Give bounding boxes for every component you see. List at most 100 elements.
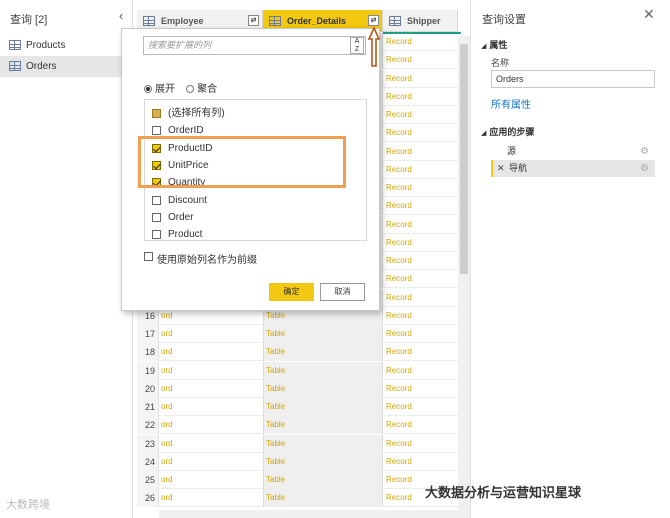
column-checkbox-item[interactable]: Product — [152, 227, 202, 243]
shipper-cell[interactable]: Record — [383, 179, 463, 197]
close-icon[interactable]: ✕ — [643, 6, 655, 23]
order-details-cell[interactable]: Table — [263, 343, 383, 362]
shipper-cell[interactable]: Record — [383, 361, 463, 380]
shipper-cell[interactable]: Record — [383, 69, 463, 88]
order-details-cell[interactable]: Table — [263, 489, 383, 508]
checkbox-icon[interactable] — [152, 126, 161, 136]
query-item-orders[interactable]: Orders — [0, 56, 122, 77]
row-number: 20 — [137, 379, 159, 398]
employee-cell[interactable]: ord — [160, 380, 263, 398]
query-name-input[interactable]: Orders — [491, 70, 655, 88]
column-header-shipper[interactable]: Shipper — [383, 10, 458, 32]
column-search-input[interactable]: 搜索要扩展的列 — [143, 36, 366, 55]
shipper-cell[interactable]: Record — [383, 160, 463, 179]
table-row[interactable]: 23 ord Table Record — [137, 434, 470, 453]
table-row[interactable]: 26 ord Table Record — [137, 489, 470, 508]
employee-cell[interactable]: ord — [160, 435, 263, 453]
shipper-cell[interactable]: Record — [383, 142, 463, 161]
expand-column-icon[interactable]: ⇄ — [248, 15, 259, 26]
checkbox-icon — [144, 252, 153, 261]
order-details-cell[interactable]: Table — [263, 379, 383, 398]
step-label: 导航 — [509, 163, 528, 173]
column-checkbox-item[interactable]: Order — [152, 210, 194, 226]
table-row[interactable]: 24 ord Table Record — [137, 452, 470, 471]
horizontal-scrollbar[interactable] — [159, 510, 459, 518]
shipper-cell[interactable]: Record — [383, 33, 463, 51]
checkbox-icon[interactable] — [152, 230, 161, 240]
checkbox-icon[interactable] — [152, 195, 161, 205]
shipper-cell[interactable]: Record — [383, 434, 463, 453]
table-row[interactable]: 21 ord Table Record — [137, 398, 470, 416]
query-settings-pane: 查询设置 ✕ ◢ 属性 名称 Orders 所有属性 ◢ 应用的步骤 源 ⚙ ✕ 导… — [470, 0, 670, 518]
checkbox-icon[interactable] — [152, 109, 161, 118]
row-number: 19 — [137, 361, 159, 380]
selection-highlight-box — [138, 136, 346, 188]
table-row[interactable]: 17 ord Table Record — [137, 325, 470, 343]
shipper-cell[interactable]: Record — [383, 124, 463, 143]
properties-heading[interactable]: ◢ 属性 — [481, 38, 507, 51]
radio-expand[interactable]: 展开 — [144, 84, 175, 95]
table-row[interactable]: 18 ord Table Record — [137, 343, 470, 362]
order-details-cell[interactable]: Table — [263, 325, 383, 343]
employee-cell[interactable]: ord — [160, 325, 263, 343]
shipper-cell[interactable]: Record — [383, 87, 463, 106]
shipper-cell[interactable]: Record — [383, 233, 463, 252]
column-checkbox-item[interactable]: (选择所有列) — [152, 106, 225, 122]
gear-icon[interactable]: ⚙ — [640, 160, 649, 177]
prefix-checkbox[interactable]: 使用原始列名作为前缀 — [144, 251, 257, 266]
column-checkbox-label: Order — [168, 211, 194, 223]
collapse-queries-icon[interactable]: ‹ — [119, 8, 123, 23]
all-properties-link[interactable]: 所有属性 — [491, 96, 531, 111]
table-row[interactable]: 20 ord Table Record — [137, 379, 470, 398]
shipper-cell[interactable]: Record — [383, 51, 463, 70]
shipper-cell[interactable]: Record — [383, 252, 463, 270]
shipper-cell[interactable]: Record — [383, 215, 463, 234]
order-details-cell[interactable]: Table — [263, 434, 383, 453]
cancel-button[interactable]: 取消 — [320, 283, 365, 301]
row-number: 17 — [137, 325, 159, 343]
shipper-cell[interactable]: Record — [383, 379, 463, 398]
employee-cell[interactable]: ord — [160, 362, 263, 380]
order-details-cell[interactable]: Table — [263, 361, 383, 380]
vertical-scrollbar[interactable] — [458, 36, 470, 518]
employee-cell[interactable]: ord — [160, 453, 263, 471]
expand-column-icon[interactable]: ⇄ — [368, 15, 379, 26]
query-item-products[interactable]: Products — [0, 35, 122, 56]
shipper-cell[interactable]: Record — [383, 416, 463, 435]
ok-button[interactable]: 确定 — [269, 283, 314, 301]
table-icon — [389, 16, 401, 26]
shipper-cell[interactable]: Record — [383, 197, 463, 216]
sort-az-icon[interactable]: AZ — [350, 37, 364, 54]
gear-icon[interactable]: ⚙ — [640, 143, 649, 160]
shipper-cell[interactable]: Record — [383, 398, 463, 416]
checkbox-icon[interactable] — [152, 212, 161, 222]
shipper-cell[interactable]: Record — [383, 106, 463, 124]
shipper-cell[interactable]: Record — [383, 452, 463, 471]
employee-cell[interactable]: ord — [160, 471, 263, 489]
step-navigation[interactable]: ✕ 导航 ⚙ — [491, 160, 655, 177]
scrollbar-thumb[interactable] — [460, 44, 468, 274]
employee-cell[interactable]: ord — [160, 489, 263, 507]
table-row[interactable]: 25 ord Table Record — [137, 471, 470, 489]
settings-title: 查询设置 — [482, 14, 526, 26]
employee-cell[interactable]: ord — [160, 343, 263, 361]
order-details-cell[interactable]: Table — [263, 471, 383, 489]
delete-step-icon[interactable]: ✕ — [497, 160, 505, 177]
applied-steps-list: 源 ⚙ ✕ 导航 ⚙ — [491, 143, 655, 177]
shipper-cell[interactable]: Record — [383, 343, 463, 362]
shipper-cell[interactable]: Record — [383, 325, 463, 343]
table-row[interactable]: 19 ord Table Record — [137, 361, 470, 380]
column-checkbox-item[interactable]: Discount — [152, 193, 207, 209]
order-details-cell[interactable]: Table — [263, 416, 383, 435]
shipper-cell[interactable]: Record — [383, 270, 463, 289]
shipper-cell[interactable]: Record — [383, 306, 463, 325]
employee-cell[interactable]: ord — [160, 398, 263, 416]
order-details-cell[interactable]: Table — [263, 398, 383, 416]
applied-steps-heading[interactable]: ◢ 应用的步骤 — [481, 125, 534, 138]
order-details-cell[interactable]: Table — [263, 452, 383, 471]
shipper-cell[interactable]: Record — [383, 288, 463, 307]
employee-cell[interactable]: ord — [160, 416, 263, 434]
step-source[interactable]: 源 ⚙ — [491, 143, 655, 160]
table-row[interactable]: 22 ord Table Record — [137, 416, 470, 435]
radio-aggregate[interactable]: 聚合 — [186, 84, 217, 95]
